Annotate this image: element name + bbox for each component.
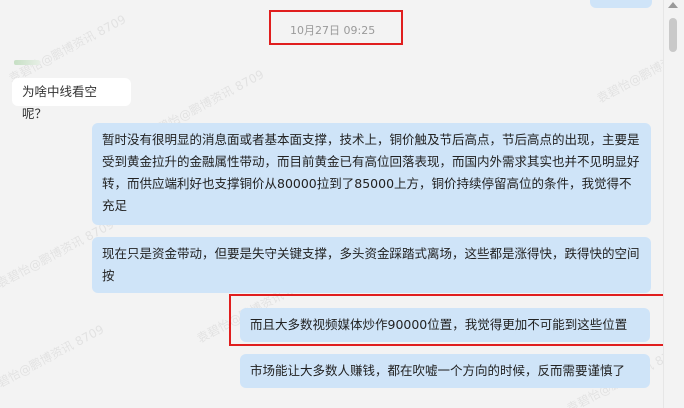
message-text: 现在只是资金带动，但要是失守关键支撑，多头资金踩踏式离场，这些都是涨得快，跌得快… [102, 246, 640, 283]
message-text: 市场能让大多数人赚钱，都在吹嘘一个方向的时候，反而需要谨慎了 [250, 363, 626, 378]
watermark: 袁碧怡@鹏博资讯 8709 [0, 322, 107, 396]
previous-message-bubble [590, 0, 652, 8]
watermark: 袁碧怡@鹏博资讯 8709 [594, 32, 664, 106]
sender-name-blur [14, 60, 40, 65]
message-text: 为啥中线看空呢？ [22, 84, 98, 121]
scroll-up-arrow-icon[interactable] [668, 2, 678, 8]
message-text: 暂时没有很明显的消息面或者基本面支撑，技术上，铜价触及节后高点，节后高点的出现，… [102, 132, 640, 213]
message-bubble-outgoing[interactable]: 现在只是资金带动，但要是失守关键支撑，多头资金踩踏式离场，这些都是涨得快，跌得快… [92, 237, 651, 293]
scrollbar-thumb[interactable] [669, 18, 677, 52]
chat-area: 袁碧怡@鹏博资讯 8709 袁碧怡@鹏博资讯 8709 袁碧怡@鹏博资讯 870… [0, 0, 664, 408]
message-bubble-outgoing[interactable]: 暂时没有很明显的消息面或者基本面支撑，技术上，铜价触及节后高点，节后高点的出现，… [92, 123, 651, 225]
message-highlight-box [229, 294, 664, 346]
scrollbar[interactable] [663, 0, 684, 408]
watermark: 袁碧怡@鹏博资讯 8709 [6, 12, 129, 86]
message-bubble-incoming[interactable]: 为啥中线看空呢？ [12, 78, 131, 121]
timestamp-highlight-box [269, 10, 403, 45]
message-bubble-outgoing[interactable]: 市场能让大多数人赚钱，都在吹嘘一个方向的时候，反而需要谨慎了 [240, 354, 650, 388]
